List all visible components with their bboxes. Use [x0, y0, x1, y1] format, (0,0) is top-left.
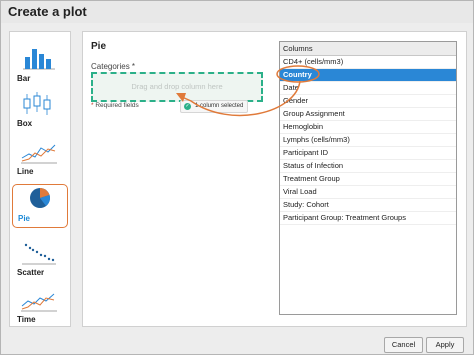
bar-chart-icon — [23, 49, 55, 70]
chart-type-label: Scatter — [17, 268, 45, 277]
column-item[interactable]: Lymphs (cells/mm3) — [280, 134, 456, 147]
categories-label: Categories * — [91, 62, 136, 71]
categories-dropzone[interactable]: Drag and drop column here — [91, 72, 263, 102]
column-item[interactable]: Group Assignment — [280, 108, 456, 121]
column-item[interactable]: Status of Infection — [280, 160, 456, 173]
chart-type-label: Pie — [18, 214, 31, 223]
required-star: * — [91, 102, 94, 109]
required-note: * Required fields — [91, 102, 139, 109]
chart-type-sidebar: Bar Box Line Pie Scatter Time — [9, 31, 71, 327]
column-item[interactable]: Participant Group: Treatment Groups — [280, 212, 456, 225]
required-text: Required fields — [95, 102, 139, 109]
pie-chart-icon — [30, 188, 50, 208]
time-chart-icon — [21, 293, 57, 312]
selection-count: 1 column selected — [195, 103, 244, 109]
column-item[interactable]: Gender — [280, 95, 456, 108]
plot-type-title: Pie — [91, 41, 107, 52]
checkmark-icon: ✓ — [184, 103, 191, 110]
chart-type-label: Line — [17, 167, 34, 176]
line-chart-icon — [21, 144, 57, 164]
create-plot-dialog: Create a plot Bar Box Line Pie Scatter T… — [0, 0, 474, 355]
box-plot-icon — [23, 92, 51, 115]
chart-type-box[interactable]: Box — [12, 90, 66, 132]
chart-type-label: Bar — [17, 74, 31, 83]
column-item-selected[interactable]: Country — [280, 69, 456, 82]
scatter-plot-icon — [22, 243, 56, 265]
dropzone-placeholder: Drag and drop column here — [131, 82, 223, 91]
apply-button[interactable]: Apply — [426, 337, 464, 353]
chart-type-scatter[interactable]: Scatter — [12, 239, 66, 281]
column-item[interactable]: Study: Cohort — [280, 199, 456, 212]
column-item[interactable]: Viral Load — [280, 186, 456, 199]
column-item[interactable]: Hemoglobin — [280, 121, 456, 134]
column-item[interactable]: Treatment Group — [280, 173, 456, 186]
chart-type-time[interactable]: Time — [12, 286, 66, 326]
selection-badge: ✓ 1 column selected — [180, 100, 249, 113]
dialog-footer: Cancel Apply — [1, 334, 473, 354]
cancel-button[interactable]: Cancel — [384, 337, 423, 353]
dialog-titlebar: Create a plot — [1, 1, 473, 23]
plot-config-panel: Pie Categories * Drag and drop column he… — [82, 31, 467, 327]
chart-type-line[interactable]: Line — [12, 138, 66, 180]
columns-header: Columns — [280, 42, 456, 56]
chart-type-pie[interactable]: Pie — [12, 184, 68, 228]
column-item[interactable]: Date — [280, 82, 456, 95]
chart-type-label: Box — [17, 119, 33, 128]
columns-list: Columns CD4+ (cells/mm3) Country Date Ge… — [279, 41, 457, 315]
chart-type-label: Time — [17, 315, 36, 324]
dialog-title: Create a plot — [8, 4, 87, 19]
column-item[interactable]: CD4+ (cells/mm3) — [280, 56, 456, 69]
column-item[interactable]: Participant ID — [280, 147, 456, 160]
chart-type-bar[interactable]: Bar — [12, 45, 66, 87]
